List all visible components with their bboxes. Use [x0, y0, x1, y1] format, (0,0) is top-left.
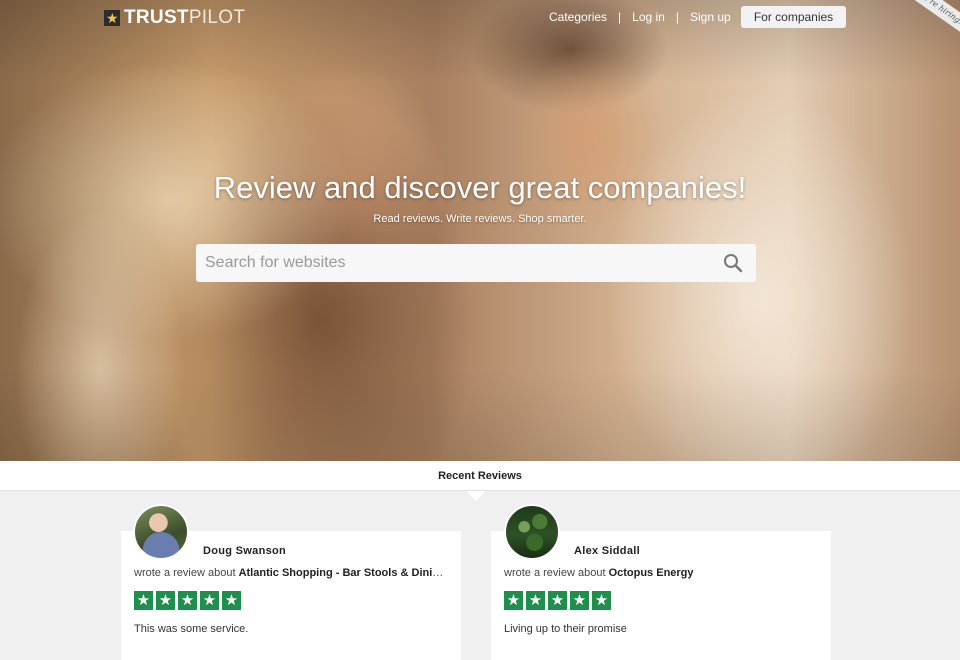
caret-down-icon [467, 491, 485, 501]
star-rating: ★ ★ ★ ★ ★ [134, 591, 241, 610]
company-link[interactable]: Atlantic Shopping - Bar Stools & Dining … [239, 567, 446, 579]
star-icon: ★ [592, 591, 611, 610]
logo-text: TRUSTPILOT [124, 7, 246, 28]
reviewer-name[interactable]: Alex Siddall [574, 545, 640, 557]
review-text: This was some service. [134, 623, 249, 635]
star-icon: ★ [526, 591, 545, 610]
star-icon: ★ [504, 591, 523, 610]
star-icon: ★ [570, 591, 589, 610]
company-link[interactable]: Octopus Energy [609, 567, 694, 579]
hero-banner [0, 0, 960, 461]
hero-title: Review and discover great companies! [213, 170, 747, 205]
for-companies-button[interactable]: For companies [741, 6, 846, 28]
signup-link[interactable]: Sign up [690, 10, 731, 24]
star-icon: ★ [156, 591, 175, 610]
star-icon: ★ [178, 591, 197, 610]
avatar[interactable] [504, 504, 560, 560]
top-navigation: ★ TRUSTPILOT Categories | Log in | Sign … [0, 0, 960, 36]
search-box [196, 244, 756, 282]
star-rating: ★ ★ ★ ★ ★ [504, 591, 611, 610]
star-icon: ★ [200, 591, 219, 610]
nav-links: Categories | Log in | Sign up [549, 10, 731, 24]
login-link[interactable]: Log in [632, 10, 665, 24]
review-about: wrote a review about Atlantic Shopping -… [134, 567, 446, 579]
recent-reviews-heading: Recent Reviews [0, 461, 960, 491]
star-icon: ★ [548, 591, 567, 610]
review-about: wrote a review about Octopus Energy [504, 567, 694, 579]
review-text: Living up to their promise [504, 623, 627, 635]
trustpilot-logo[interactable]: ★ TRUSTPILOT [104, 8, 245, 28]
avatar[interactable] [133, 504, 189, 560]
nav-separator: | [618, 10, 622, 24]
search-icon[interactable] [723, 253, 743, 273]
star-icon: ★ [134, 591, 153, 610]
categories-link[interactable]: Categories [549, 10, 607, 24]
reviewer-name[interactable]: Doug Swanson [203, 545, 286, 557]
star-icon: ★ [222, 591, 241, 610]
star-icon: ★ [104, 10, 120, 26]
search-input[interactable] [196, 245, 696, 281]
nav-separator: | [675, 10, 679, 24]
hero-subtitle: Read reviews. Write reviews. Shop smarte… [373, 213, 587, 225]
